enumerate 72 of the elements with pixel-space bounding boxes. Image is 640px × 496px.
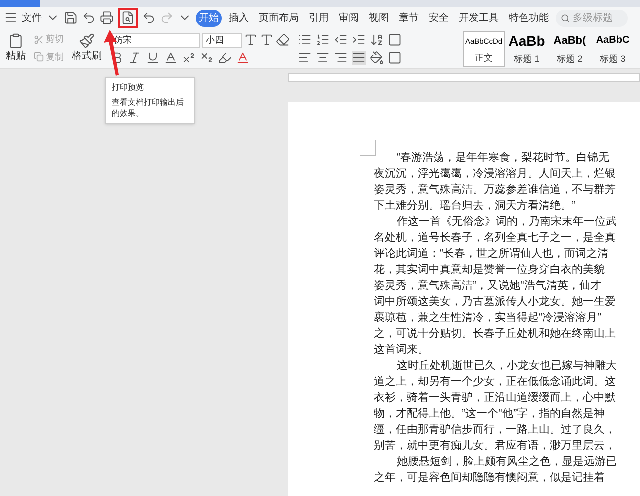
margin-corner-mark: [360, 140, 376, 156]
document-text-line: 衣衫，骑着一头青驴，正沿山道缓缓而上，心中默: [374, 390, 616, 406]
paste-button[interactable]: 粘贴: [6, 49, 26, 64]
undo-icon[interactable]: [142, 11, 156, 25]
ribbon-tab[interactable]: 开始: [196, 10, 222, 26]
document-text-line: 裹琼苞，兼之生性清冷，实当得起“冷浸溶溶月”: [374, 310, 602, 326]
ribbon-tab[interactable]: 引用: [306, 10, 332, 26]
search-icon: [561, 14, 570, 22]
document-text-line: 这时丘处机逝世已久，小龙女也已嫁与神雕大: [396, 358, 617, 374]
indent-icon[interactable]: [352, 32, 366, 46]
document-text-line: 花，其实词中真意却是赞誉一位身穿白衣的美貌: [374, 262, 605, 278]
italic-icon[interactable]: [128, 50, 142, 64]
ribbon-tab[interactable]: 插入: [226, 10, 252, 26]
document-text-line: 评论此词道：“长春，世之所谓仙人也，而词之清: [374, 246, 609, 262]
format-painter-button[interactable]: 格式刷: [72, 49, 102, 64]
text-effect-icon[interactable]: [164, 50, 178, 64]
style-preset[interactable]: AaBbC 标题 3: [592, 30, 634, 66]
scissors-icon: [34, 34, 44, 45]
document-text-line: 下土难分别。瑶台归去，洞天方看清绝。”: [374, 198, 576, 214]
eraser-icon[interactable]: [276, 33, 290, 47]
sort-icon[interactable]: [370, 32, 384, 46]
underline-icon[interactable]: [146, 50, 160, 64]
tooltip-title: 打印预览: [112, 82, 145, 94]
style-preset[interactable]: AaBb 标题 1: [506, 30, 548, 66]
grow-font-icon[interactable]: [244, 33, 258, 47]
format-painter-icon: [79, 33, 95, 49]
document-text-line: 别苦，就中更有痴儿女。君应有语，渺万里层云，: [374, 438, 616, 454]
shrink-font-icon[interactable]: [260, 33, 274, 47]
ribbon-tab[interactable]: 章节: [396, 10, 422, 26]
ribbon-tab[interactable]: 视图: [366, 10, 392, 26]
highlighter-icon[interactable]: [218, 50, 232, 64]
document-text-line: 缰，任由那青驴信步而行，一路上山。过了良久，: [374, 422, 616, 438]
document-text-line: 之年，可是容色间却隐隐有懊闷意，似是记挂着: [374, 470, 605, 486]
outdent-icon[interactable]: [334, 32, 348, 46]
font-size-field[interactable]: 小四: [202, 32, 242, 48]
ribbon-tab[interactable]: 开发工具: [456, 10, 502, 26]
ribbon-tab[interactable]: 页面布局: [256, 10, 302, 26]
document-text-line: 词中所颂这美女，乃古墓派传人小龙女。她一生爱: [374, 294, 616, 310]
copy-icon: [34, 52, 44, 62]
file-menu[interactable]: 文件: [22, 10, 42, 26]
justify-icon[interactable]: [352, 50, 366, 64]
align-right-icon[interactable]: [334, 50, 348, 64]
document-text-line: 名处机，道号长春子，名列全真七子之一，是全真: [374, 230, 616, 246]
align-center-icon[interactable]: [316, 50, 330, 64]
ribbon-tab[interactable]: 特色功能: [506, 10, 552, 26]
document-text-line: 作这一首《无俗念》词的，乃南宋末年一位武: [396, 214, 617, 230]
shading-icon[interactable]: [370, 50, 384, 64]
print-icon[interactable]: [100, 11, 114, 25]
ribbon-tab[interactable]: 安全: [426, 10, 452, 26]
border-icon[interactable]: [388, 32, 402, 46]
align-left-icon[interactable]: [298, 50, 312, 64]
save-icon[interactable]: [64, 11, 78, 25]
font-color-icon[interactable]: [236, 50, 250, 64]
document-text-line: 道之上，却另有一个少女，正在低低念诵此词。这: [374, 374, 616, 390]
menu-icon[interactable]: [4, 11, 18, 25]
document-text-line: 她腰悬短剑，脸上颇有风尘之色，显是远游已: [396, 454, 617, 470]
table-border-icon[interactable]: [388, 50, 402, 64]
paste-icon: [8, 33, 24, 49]
document-text-line: 姿灵秀，意气殊高洁”，又说她“浩气清英，仙才: [374, 278, 602, 294]
superscript-icon[interactable]: [182, 50, 196, 64]
ribbon-tab[interactable]: 审阅: [336, 10, 362, 26]
tooltip-text: 查看文档打印输出后的效果。: [112, 97, 185, 119]
document-text-line: “春游浩荡，是年年寒食，梨花时节。白锦无: [396, 150, 610, 166]
document-text-line: 夜沉沉，浮光霭霭，冷浸溶溶月。人间天上，烂银: [374, 166, 616, 182]
numbered-list-icon[interactable]: [316, 32, 330, 46]
subscript-icon[interactable]: [200, 50, 214, 64]
document-text-line: 这首词来。: [374, 342, 429, 358]
search-field[interactable]: 多级标题: [556, 10, 628, 26]
document-text-line: 姿灵秀，意气殊高洁。万蕊参差谁信道，不与群芳: [374, 182, 616, 198]
style-preset[interactable]: AaBb( 标题 2: [549, 30, 591, 66]
document-text-line: 之，可说十分贴切。长春子丘处机和她在终南山上: [374, 326, 616, 342]
document-text-line: 物，才配得上他。”这一个“他”字，指的自然是神: [374, 406, 606, 422]
